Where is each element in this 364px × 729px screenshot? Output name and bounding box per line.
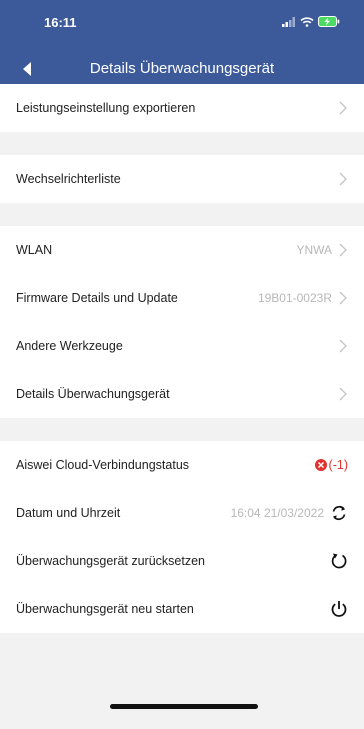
row-export-power-setting[interactable]: Leistungseinstellung exportieren [0,84,364,132]
datetime-value: 16:04 21/03/2022 [230,506,324,520]
signal-icon [282,16,295,27]
battery-charging-icon [318,16,340,27]
settings-list: Leistungseinstellung exportieren Wechsel… [0,84,364,633]
row-label: Datum und Uhrzeit [16,506,121,520]
row-monitor-details[interactable]: Details Überwachungsgerät [0,370,364,418]
page-title: Details Überwachungsgerät [89,60,275,77]
cloud-status-indicator: (-1) [314,458,348,472]
chevron-right-icon [339,243,347,257]
row-inverter-list[interactable]: Wechselrichterliste [0,155,364,203]
sync-icon[interactable] [330,504,348,522]
row-firmware[interactable]: Firmware Details und Update 19B01-0023R [0,274,364,322]
status-time: 16:11 [44,15,77,30]
status-icons [282,16,340,27]
header: 16:11 Details Überwachungsgerät [0,0,364,92]
power-icon[interactable] [330,600,348,618]
chevron-right-icon [339,101,347,115]
wlan-value: YNWA [296,243,332,257]
reset-icon[interactable] [330,552,348,570]
row-date-time[interactable]: Datum und Uhrzeit 16:04 21/03/2022 [0,489,364,537]
row-restart-device[interactable]: Überwachungsgerät neu starten [0,585,364,633]
row-wlan[interactable]: WLAN YNWA [0,226,364,274]
row-reset-device[interactable]: Überwachungsgerät zurücksetzen [0,537,364,585]
row-label: Überwachungsgerät zurücksetzen [16,554,205,568]
row-other-tools[interactable]: Andere Werkzeuge [0,322,364,370]
cloud-status-code: (-1) [328,458,348,472]
wifi-icon [300,16,314,27]
row-label: Überwachungsgerät neu starten [16,602,194,616]
chevron-right-icon [339,291,347,305]
row-label: Andere Werkzeuge [16,339,123,353]
row-cloud-status: Aiswei Cloud-Verbindungstatus (-1) [0,441,364,489]
section-separator [0,203,364,226]
row-label: Wechselrichterliste [16,172,121,186]
chevron-right-icon [339,387,347,401]
row-label: Firmware Details und Update [16,291,178,305]
row-label: Details Überwachungsgerät [16,387,170,401]
chevron-right-icon [339,172,347,186]
chevron-right-icon [339,339,347,353]
status-bar: 16:11 [0,0,364,46]
row-label: Aiswei Cloud-Verbindungstatus [16,458,190,472]
row-label: Leistungseinstellung exportieren [16,101,196,115]
section-separator [0,132,364,155]
error-icon [314,459,327,471]
section-separator [0,418,364,441]
home-indicator [110,704,258,709]
row-label: WLAN [16,243,53,257]
firmware-version-value: 19B01-0023R [257,291,332,305]
